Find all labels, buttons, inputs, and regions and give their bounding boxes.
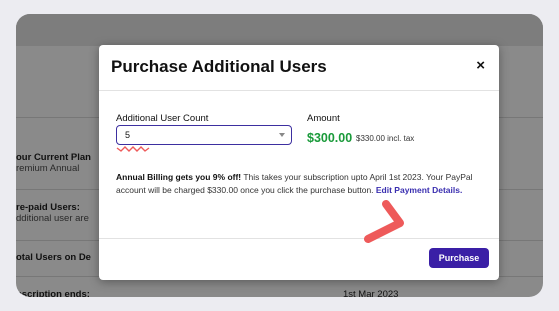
- chevron-down-icon: [279, 133, 285, 137]
- background-topbar: [16, 14, 543, 46]
- billing-info: Annual Billing gets you 9% off! This tak…: [116, 171, 476, 197]
- purchase-button[interactable]: Purchase: [429, 248, 489, 268]
- amount-label: Amount: [307, 113, 340, 124]
- modal-title: Purchase Additional Users: [111, 57, 327, 76]
- background-row-title: bscription ends:: [16, 289, 90, 297]
- squiggle-annotation-icon: [116, 146, 150, 152]
- app-frame: our Current Plan remium Annual re-paid U…: [16, 14, 543, 297]
- amount-value: $300.00: [307, 131, 353, 145]
- modal-footer-divider: [99, 238, 499, 239]
- background-row-subscription-ends: bscription ends:: [16, 289, 543, 297]
- purchase-modal: Purchase Additional Users × Additional U…: [99, 45, 499, 280]
- billing-discount-text: Annual Billing gets you 9% off!: [116, 172, 242, 182]
- close-icon[interactable]: ×: [476, 58, 485, 74]
- arrow-annotation-icon: [364, 200, 404, 243]
- edit-payment-link[interactable]: Edit Payment Details.: [376, 185, 462, 195]
- user-count-value: 5: [125, 130, 131, 140]
- user-count-label: Additional User Count: [116, 113, 209, 124]
- modal-header-divider: [99, 90, 499, 91]
- user-count-select[interactable]: 5: [116, 125, 292, 145]
- background-date: 1st Mar 2023: [343, 289, 399, 297]
- amount-incl-tax: $330.00 incl. tax: [356, 134, 415, 143]
